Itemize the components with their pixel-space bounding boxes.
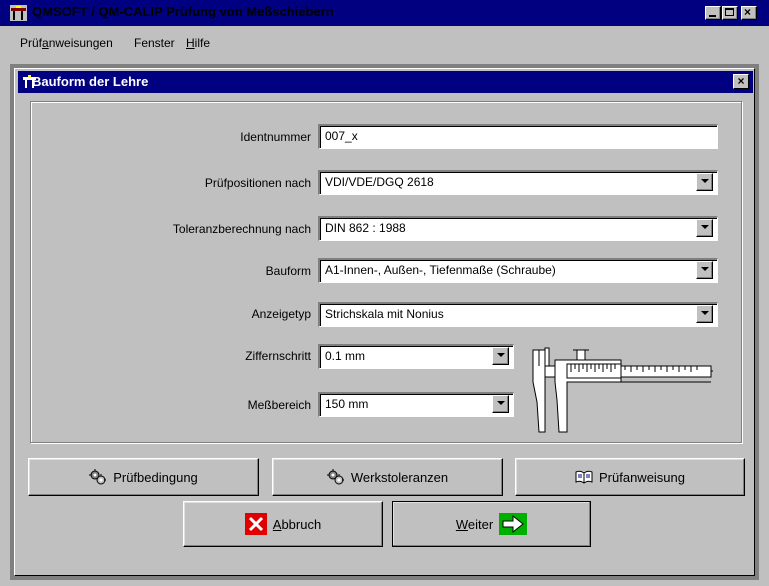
chevron-down-icon[interactable]	[492, 395, 509, 413]
gear-icon	[326, 469, 344, 485]
chevron-down-icon[interactable]	[492, 347, 509, 365]
pruefpositionen-select[interactable]: VDI/VDE/DGQ 2618	[318, 170, 718, 195]
weiter-label-rest: eiter	[467, 516, 494, 532]
messbereich-select[interactable]: 150 mm	[318, 392, 514, 417]
close-button[interactable]: ×	[741, 5, 757, 20]
weiter-label: Weiter	[456, 517, 493, 532]
menu-pruefanweisungen[interactable]: Prüfanweisungen	[20, 36, 113, 50]
toleranz-select[interactable]: DIN 862 : 1988	[318, 216, 718, 241]
ziffernschritt-select[interactable]: 0.1 mm	[318, 344, 514, 369]
abbruch-button[interactable]: Abbruch	[183, 501, 383, 547]
caliper-icon	[532, 347, 713, 433]
window-title: QMSOFT / QM-CALIP Prüfung von Meßschiebe…	[32, 4, 334, 19]
pruefanweisung-label: Prüfanweisung	[599, 469, 685, 485]
abbruch-label: Abbruch	[273, 517, 321, 532]
menu-bar	[0, 26, 769, 56]
bauform-label: Bauform	[265, 264, 311, 278]
weiter-mnemonic: W	[455, 516, 468, 532]
maximize-button[interactable]	[722, 6, 738, 20]
toleranz-label: Toleranzberechnung nach	[172, 222, 311, 236]
pruefbedingung-button[interactable]: Prüfbedingung	[28, 458, 259, 496]
pruefanweisung-button[interactable]: Prüfanweisung	[515, 458, 745, 496]
anzeigetyp-select[interactable]: Strichskala mit Nonius	[318, 302, 718, 327]
chevron-down-icon[interactable]	[696, 219, 713, 237]
ziffernschritt-label: Ziffernschritt	[245, 349, 311, 363]
bauform-select[interactable]: A1-Innen-, Außen-, Tiefenmaße (Schraube)	[318, 258, 718, 283]
menu-label: ilfe	[194, 36, 211, 50]
identnummer-input[interactable]: 007_x	[318, 124, 718, 149]
chevron-down-icon[interactable]	[696, 173, 713, 191]
menu-hilfe[interactable]: Hilfe	[186, 36, 210, 50]
cancel-icon	[244, 513, 267, 535]
chevron-down-icon[interactable]	[696, 305, 713, 323]
menu-label: Prüfanweisungen	[20, 36, 113, 50]
anzeigetyp-label: Anzeigetyp	[251, 307, 311, 321]
werkstoleranzen-label: Werkstoleranzen	[350, 469, 449, 485]
dialog-close-button[interactable]: ×	[733, 74, 749, 89]
werkstoleranzen-button[interactable]: Werkstoleranzen	[272, 458, 503, 496]
identnummer-label: Identnummer	[240, 130, 311, 144]
weiter-button[interactable]: Weiter	[392, 501, 591, 547]
abbruch-label-rest: bbruch	[281, 516, 322, 532]
menu-fenster[interactable]: Fenster	[134, 36, 175, 50]
dialog-title: Bauform der Lehre	[32, 74, 149, 89]
menu-mnemonic: H	[186, 36, 195, 50]
minimize-button[interactable]	[705, 6, 721, 20]
pruefbedingung-label: Prüfbedingung	[113, 469, 198, 485]
book-icon	[575, 470, 593, 484]
chevron-down-icon[interactable]	[696, 261, 713, 279]
messbereich-label: Meßbereich	[247, 398, 311, 412]
arrow-right-icon	[499, 513, 528, 535]
app-icon[interactable]	[10, 5, 27, 21]
pruefpositionen-label: Prüfpositionen nach	[204, 176, 311, 190]
gear-icon	[89, 469, 107, 485]
